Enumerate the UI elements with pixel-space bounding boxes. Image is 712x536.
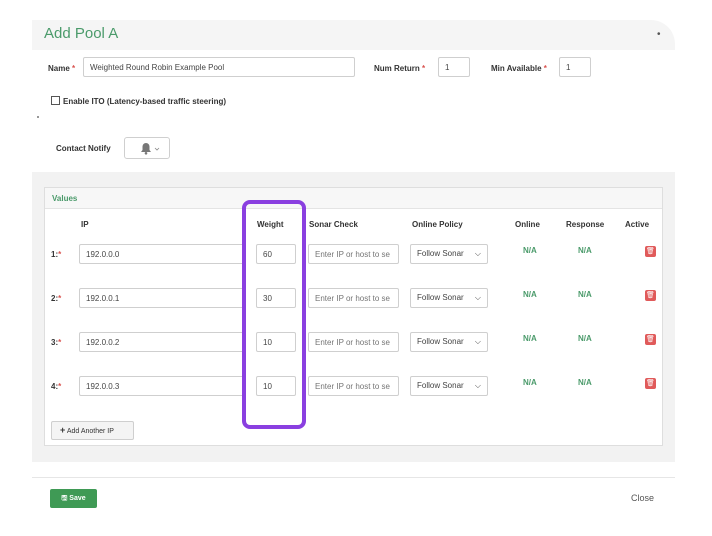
- row-label: 1:*: [51, 250, 62, 259]
- col-active: Active: [625, 220, 650, 229]
- plus-icon: +: [60, 425, 66, 435]
- policy-value: Follow Sonar: [417, 337, 464, 346]
- modal-header: [32, 20, 675, 50]
- response-status: N/A: [578, 290, 592, 299]
- sonar-input[interactable]: [308, 332, 399, 352]
- min-available-label: Min Available *: [491, 64, 547, 73]
- num-return-input[interactable]: [438, 57, 470, 77]
- col-ip: IP: [81, 220, 89, 229]
- contact-notify-dropdown[interactable]: [124, 137, 170, 159]
- save-icon: 🖫: [61, 495, 68, 502]
- modal-title: Add Pool A: [44, 25, 119, 42]
- chevron-down-icon: ⌵: [474, 249, 481, 258]
- sonar-input[interactable]: [308, 244, 399, 264]
- col-online-policy: Online Policy: [412, 220, 463, 229]
- bullet-dot: [37, 116, 39, 118]
- ito-label: Enable ITO (Latency-based traffic steeri…: [63, 97, 227, 106]
- values-panel-header: [45, 188, 662, 209]
- row-label: 4:*: [51, 382, 62, 391]
- close-link[interactable]: Close: [631, 493, 654, 503]
- trash-icon[interactable]: 🗑: [645, 246, 656, 257]
- name-input[interactable]: [83, 57, 355, 77]
- save-button[interactable]: 🖫 Save: [50, 489, 97, 508]
- values-title: Values: [52, 194, 78, 203]
- contact-notify-label: Contact Notify: [56, 144, 111, 153]
- sonar-input[interactable]: [308, 288, 399, 308]
- save-label: Save: [69, 495, 86, 502]
- chevron-down-icon: ⌵: [474, 381, 481, 390]
- row-label: 3:*: [51, 338, 62, 347]
- policy-value: Follow Sonar: [417, 249, 464, 258]
- policy-value: Follow Sonar: [417, 381, 464, 390]
- trash-icon[interactable]: 🗑: [645, 378, 656, 389]
- trash-icon[interactable]: 🗑: [645, 334, 656, 345]
- sonar-input[interactable]: [308, 376, 399, 396]
- online-status: N/A: [523, 334, 537, 343]
- weight-column-highlight: [242, 200, 306, 429]
- policy-value: Follow Sonar: [417, 293, 464, 302]
- ip-input[interactable]: [79, 244, 246, 264]
- response-status: N/A: [578, 334, 592, 343]
- num-return-label: Num Return *: [374, 64, 426, 73]
- header-dot-icon: •: [657, 29, 661, 40]
- ip-input[interactable]: [79, 332, 246, 352]
- response-status: N/A: [578, 246, 592, 255]
- trash-icon[interactable]: 🗑: [645, 290, 656, 301]
- min-available-input[interactable]: [559, 57, 591, 77]
- online-policy-select[interactable]: Follow Sonar ⌵: [410, 376, 488, 396]
- add-button-label: Add Another IP: [66, 428, 114, 435]
- col-response: Response: [566, 220, 605, 229]
- online-status: N/A: [523, 290, 537, 299]
- add-another-ip-button[interactable]: + Add Another IP: [51, 421, 134, 440]
- ip-input[interactable]: [79, 288, 246, 308]
- name-label: Name *: [48, 64, 76, 73]
- col-online: Online: [515, 220, 540, 229]
- ito-checkbox[interactable]: [51, 96, 60, 105]
- row-label: 2:*: [51, 294, 62, 303]
- online-status: N/A: [523, 378, 537, 387]
- chevron-down-icon: ⌵: [474, 293, 481, 302]
- bell-icon: [141, 143, 160, 155]
- response-status: N/A: [578, 378, 592, 387]
- ito-row: Enable ITO (Latency-based traffic steeri…: [51, 96, 226, 106]
- online-policy-select[interactable]: Follow Sonar ⌵: [410, 288, 488, 308]
- online-policy-select[interactable]: Follow Sonar ⌵: [410, 332, 488, 352]
- online-status: N/A: [523, 246, 537, 255]
- ip-input[interactable]: [79, 376, 246, 396]
- online-policy-select[interactable]: Follow Sonar ⌵: [410, 244, 488, 264]
- chevron-down-icon: ⌵: [474, 337, 481, 346]
- col-sonar-check: Sonar Check: [309, 220, 358, 229]
- footer-divider: [32, 477, 675, 478]
